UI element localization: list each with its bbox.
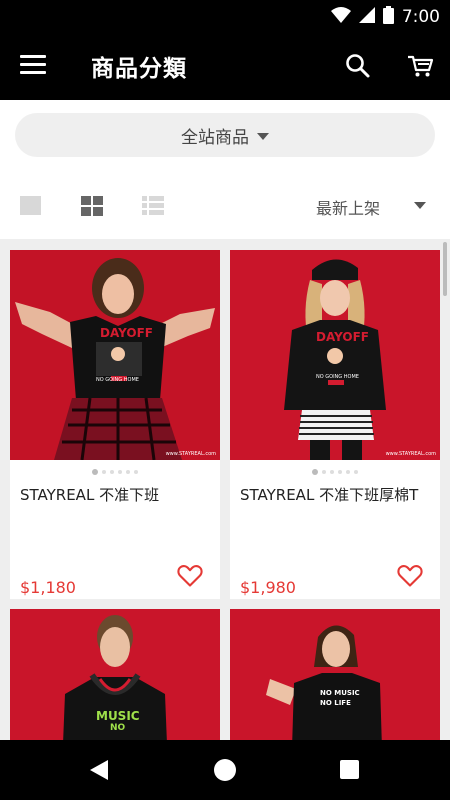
sort-dropdown[interactable]: 最新上架 xyxy=(316,194,431,218)
app-bar: 商品分類 xyxy=(0,32,450,100)
product-image: NO MUSIC NO LIFE xyxy=(230,609,440,740)
status-icons: 7:00 xyxy=(330,6,440,28)
cart-icon[interactable] xyxy=(406,52,434,80)
wifi-icon xyxy=(330,7,351,27)
image-pager[interactable] xyxy=(10,468,220,476)
single-view-icon[interactable] xyxy=(20,196,41,215)
product-image: DAYOFF NO GOING HOME www.STAYREAL.com xyxy=(230,250,440,460)
product-name: STAYREAL 不准下班厚棉T xyxy=(240,486,419,504)
category-dropdown[interactable]: 全站商品 xyxy=(15,113,435,157)
image-pager[interactable] xyxy=(230,468,440,476)
signal-icon xyxy=(358,7,375,27)
page-title: 商品分類 xyxy=(91,56,187,82)
shirt-graphic-subtext: NO xyxy=(110,723,126,733)
shirt-graphic-subtext: NO GOING HOME xyxy=(96,377,139,383)
product-image: MUSIC NO xyxy=(10,609,220,740)
list-view-icon[interactable] xyxy=(142,196,164,216)
sort-label: 最新上架 xyxy=(316,199,381,218)
image-watermark: www.STAYREAL.com xyxy=(385,451,436,457)
product-name: STAYREAL 不准下班 xyxy=(20,486,160,504)
product-price: $1,980 xyxy=(240,578,296,597)
product-card[interactable]: NO MUSIC NO LIFE xyxy=(230,609,440,740)
heart-icon[interactable] xyxy=(176,561,204,589)
menu-icon[interactable] xyxy=(20,52,50,80)
category-label: 全站商品 xyxy=(181,127,249,148)
battery-icon xyxy=(382,6,394,28)
image-watermark: www.STAYREAL.com xyxy=(165,451,216,457)
system-nav-bar xyxy=(0,740,450,800)
recents-icon[interactable] xyxy=(340,760,359,779)
shirt-graphic-text: NO MUSIC xyxy=(320,689,360,697)
product-card[interactable]: DAYOFF NO GOING HOME www.STAYREAL.com ST… xyxy=(10,250,220,599)
caret-down-icon xyxy=(257,132,269,140)
back-icon[interactable] xyxy=(88,759,110,781)
caret-down-icon xyxy=(414,202,426,209)
product-card[interactable]: MUSIC NO xyxy=(10,609,220,740)
shirt-graphic-subtext: NO LIFE xyxy=(320,699,351,707)
shirt-graphic-subtext: NO GOING HOME xyxy=(316,374,359,380)
shirt-graphic-text: DAYOFF xyxy=(316,330,369,344)
scrollbar[interactable] xyxy=(443,242,447,296)
status-time: 7:00 xyxy=(401,7,440,27)
heart-icon[interactable] xyxy=(396,561,424,589)
status-bar: 7:00 xyxy=(0,0,450,32)
product-price: $1,180 xyxy=(20,578,76,597)
product-card[interactable]: DAYOFF NO GOING HOME www.STAYREAL.com ST… xyxy=(230,250,440,599)
home-icon[interactable] xyxy=(214,759,236,781)
shirt-graphic-text: MUSIC xyxy=(96,709,140,723)
product-grid: DAYOFF NO GOING HOME www.STAYREAL.com ST… xyxy=(0,239,450,740)
shirt-graphic-text: DAYOFF xyxy=(100,326,153,340)
grid-view-icon[interactable] xyxy=(81,196,103,216)
app-root: 7:00 商品分類 全站商品 最新上架 DAYOFF NO GOING HOME… xyxy=(0,0,450,800)
search-icon[interactable] xyxy=(344,52,372,80)
product-image: DAYOFF NO GOING HOME www.STAYREAL.com xyxy=(10,250,220,460)
